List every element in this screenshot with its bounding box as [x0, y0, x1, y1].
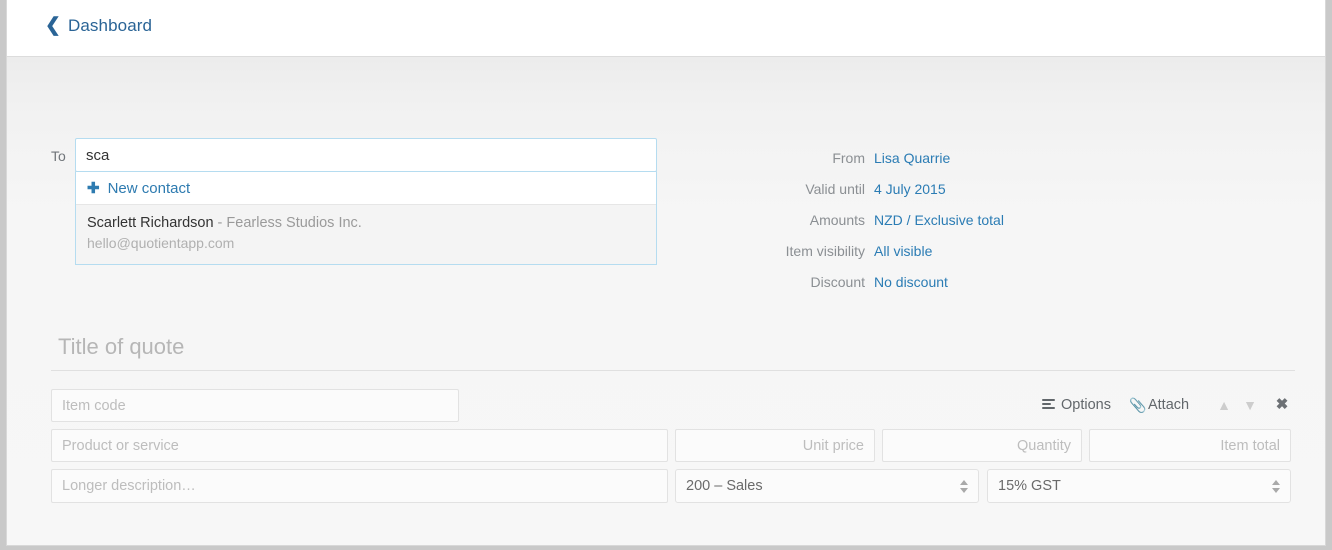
move-row-down-button[interactable]: ▼ [1237, 396, 1263, 414]
stepper-arrows-icon [1271, 479, 1280, 493]
unit-price-input[interactable] [675, 429, 875, 462]
list-bars-icon [1042, 398, 1055, 411]
quote-title-input[interactable] [51, 332, 1295, 370]
meta-label: Item visibility [785, 243, 865, 259]
meta-row-item-visibility: Item visibility All visible [707, 243, 1227, 274]
quote-title-group [51, 332, 1295, 371]
item-code-input[interactable] [51, 389, 459, 422]
contact-suggestion-item[interactable]: Scarlett Richardson - Fearless Studios I… [76, 205, 656, 264]
new-contact-option[interactable]: ✚ New contact [76, 172, 656, 205]
long-description-input[interactable] [51, 469, 668, 503]
recipient-field-group: ✚ New contact Scarlett Richardson - Fear… [75, 138, 657, 265]
plus-icon: ✚ [87, 179, 100, 197]
stepper-arrows-icon [959, 479, 968, 493]
tax-rate-select[interactable]: 15% GST [987, 469, 1291, 503]
meta-row-discount: Discount No discount [707, 274, 1227, 305]
attach-label: Attach [1147, 396, 1190, 413]
meta-value-valid-until[interactable]: 4 July 2015 [874, 181, 946, 197]
back-to-dashboard-link[interactable]: ❮ Dashboard [45, 16, 152, 36]
remove-row-button[interactable]: ✖ [1269, 396, 1295, 414]
meta-row-from: From Lisa Quarrie [707, 150, 1227, 181]
account-select-value: 200 – Sales [686, 478, 763, 494]
new-contact-label: New contact [107, 179, 191, 197]
move-row-up-button[interactable]: ▲ [1211, 396, 1237, 414]
page-canvas: To ✚ New contact Scarlett Richardson - F… [7, 57, 1325, 545]
recipient-suggestions-dropdown: ✚ New contact Scarlett Richardson - Fear… [75, 171, 657, 265]
meta-row-amounts: Amounts NZD / Exclusive total [707, 212, 1227, 243]
tax-rate-select-value: 15% GST [998, 478, 1061, 494]
recipient-search-input[interactable] [75, 138, 657, 172]
options-button[interactable]: Options [1042, 397, 1111, 413]
item-total-input[interactable] [1089, 429, 1291, 462]
meta-row-valid-until: Valid until 4 July 2015 [707, 181, 1227, 212]
chevron-left-icon: ❮ [45, 15, 61, 36]
contact-name: Scarlett Richardson [87, 215, 214, 231]
paperclip-icon: 📎 [1128, 396, 1147, 413]
meta-value-discount[interactable]: No discount [874, 274, 948, 290]
line-item-toolbar: Options 📎 Attach ▲ ▼ ✖ [1042, 394, 1295, 415]
quantity-input[interactable] [882, 429, 1082, 462]
top-bar: ❮ Dashboard [7, 0, 1325, 57]
app-window: ❮ Dashboard To ✚ New contact Scarlett Ri… [6, 0, 1326, 546]
meta-label: Amounts [809, 212, 865, 228]
meta-label: Valid until [805, 181, 865, 197]
contact-name-line: Scarlett Richardson - Fearless Studios I… [87, 214, 645, 233]
meta-value-amounts[interactable]: NZD / Exclusive total [874, 212, 1004, 228]
attach-button[interactable]: 📎 Attach [1129, 397, 1189, 413]
recipient-label: To [51, 148, 66, 164]
contact-email: hello@quotientapp.com [87, 235, 235, 251]
back-link-label: Dashboard [68, 16, 153, 35]
quote-meta-list: From Lisa Quarrie Valid until 4 July 201… [707, 150, 1227, 305]
meta-label: From [832, 150, 865, 166]
options-label: Options [1061, 396, 1111, 413]
meta-value-item-visibility[interactable]: All visible [874, 243, 932, 259]
contact-company: - Fearless Studios Inc. [213, 215, 362, 231]
meta-label: Discount [810, 274, 865, 290]
account-select[interactable]: 200 – Sales [675, 469, 979, 503]
product-or-service-input[interactable] [51, 429, 668, 462]
meta-value-from[interactable]: Lisa Quarrie [874, 150, 950, 166]
